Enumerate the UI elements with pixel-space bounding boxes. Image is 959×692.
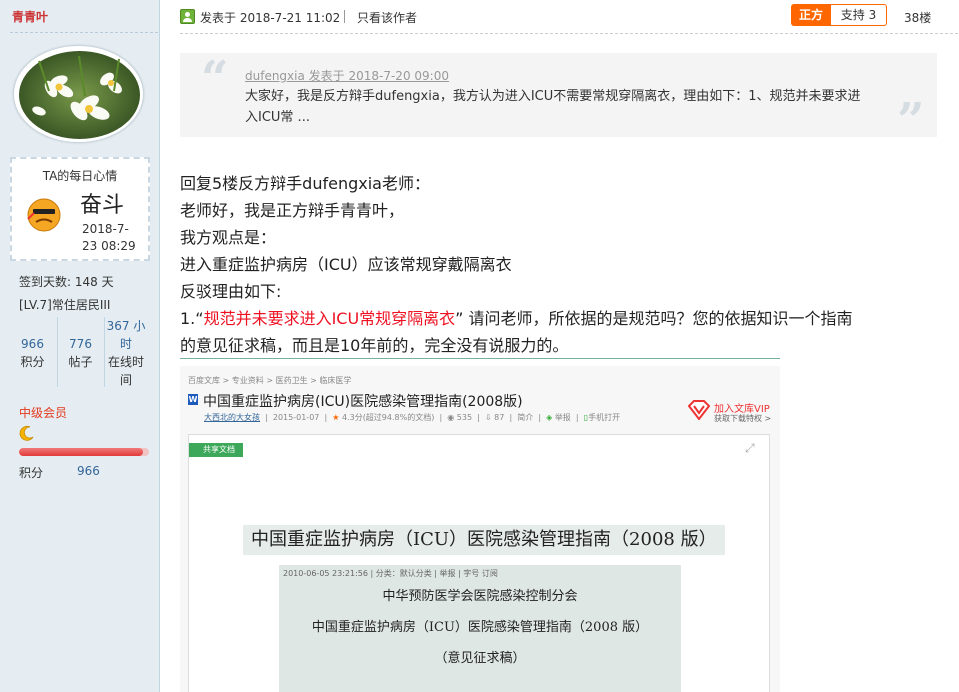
mood-emoticon-icon: [27, 198, 61, 232]
quote-block: “ dufengxia 发表于 2018-7-20 09:00 大家好，我是反方…: [180, 51, 937, 145]
mood-date: 2018-7-23 08:29: [82, 222, 136, 253]
floor-number[interactable]: 38楼: [904, 9, 931, 26]
post-point-1: 1.“规范并未要求进入ICU常规穿隔离衣” 请问老师，所依据的是规范吗？您的依据…: [180, 305, 940, 332]
doc-excerpt-line: 中华预防医学会医院感染控制分会: [382, 589, 578, 604]
stat-points-value: 966: [21, 337, 44, 351]
avatar[interactable]: [13, 45, 144, 143]
quote-open-icon: “: [201, 51, 229, 107]
doc-mobile: 手机打开: [588, 413, 621, 422]
quote-close-icon: ”: [897, 93, 925, 149]
shield-icon: ◈: [546, 413, 553, 422]
post-line: 老师好，我是正方辩手青青叶，: [180, 201, 405, 220]
doc-excerpt: 2010-06-05 23:21:56 | 分类：默认分类 | 举报 | 字号 …: [279, 565, 681, 692]
attached-image[interactable]: 百度文库 > 专业资料 > 医药卫生 > 临床医学 W 中国重症监护病房(ICU…: [180, 366, 780, 692]
level-progress-bar: [19, 448, 149, 456]
member-level[interactable]: 中级会员: [19, 404, 67, 421]
online-status-icon: [180, 9, 195, 24]
doc-heading: 中国重症监护病房（ICU）医院感染管理指南（2008 版）: [243, 525, 725, 555]
doc-meta: 大西北的大女孩 | 2015-01-07 | ★ 4.3分(超过94.8%的文档…: [204, 413, 621, 422]
doc-excerpt-line: （意见征求稿）: [434, 651, 526, 666]
doc-views: 535: [456, 413, 473, 422]
post-line: 回复5楼反方辩手dufengxia老师：: [180, 174, 430, 193]
signin-days: 签到天数: 148 天: [19, 275, 114, 289]
mood-title: TA的每日心情: [42, 169, 118, 183]
download-icon: ⇩: [484, 413, 492, 422]
point-prefix: 1.“: [180, 309, 204, 328]
stat-online-time[interactable]: 367 小时 在线时间: [106, 317, 146, 389]
point-rest: ” 请问老师，所依据的是规范吗？您的依据知识一个指南: [455, 309, 853, 328]
mood-text: 奋斗: [80, 193, 125, 218]
doc-report: 举报: [554, 413, 571, 422]
only-author-link[interactable]: 只看该作者: [357, 9, 417, 26]
star-icon: ★: [332, 413, 340, 422]
quote-text: 大家好，我是反方辩手dufengxia，我方认为进入ICU不需要常规穿隔离衣，理…: [245, 89, 861, 125]
debate-side-badge: 正方: [791, 4, 831, 26]
eye-icon: ◉: [447, 413, 455, 422]
doc-rating: 4.3分(超过94.8%的文档): [341, 413, 435, 422]
point-highlight: 规范并未要求进入ICU常规穿隔离衣: [203, 309, 456, 328]
post-body: 回复5楼反方辩手dufengxia老师： 老师好，我是正方辩手青青叶， 我方观点…: [180, 170, 940, 359]
divider: [104, 317, 105, 387]
word-doc-icon: W: [188, 394, 198, 405]
quote-author-link[interactable]: dufengxia 发表于 2018-7-20 09:00: [245, 67, 449, 84]
divider: [180, 358, 780, 359]
expand-icon: ⤢: [745, 441, 755, 455]
post-line: 反驳理由如下:: [180, 282, 282, 301]
doc-breadcrumb: 百度文库 > 专业资料 > 医药卫生 > 临床医学: [188, 376, 352, 385]
divider: [10, 32, 158, 33]
divider: [344, 10, 345, 23]
divider: [180, 33, 958, 34]
username-link[interactable]: 青青叶: [12, 8, 48, 25]
doc-title: 中国重症监护病房(ICU)医院感染管理指南(2008版): [203, 394, 523, 410]
support-button[interactable]: 支持 3: [831, 4, 887, 26]
moon-icon: [19, 426, 34, 441]
stat-online-value: 367 小时: [106, 319, 146, 351]
stat-online-label: 在线时间: [107, 355, 144, 387]
post-line: 的意见征求稿，而且是10年前的，完全没有说服力的。: [180, 336, 569, 355]
user-stats: 966 积分 776 帖子 367 小时 在线时间: [10, 317, 150, 387]
daily-mood-card: TA的每日心情 奋斗 2018-7-23 08:29: [10, 157, 150, 261]
avatar-image: [19, 51, 140, 139]
vip-icon: [688, 400, 710, 420]
stat-posts[interactable]: 776 帖子: [58, 335, 103, 371]
doc-date: 2015-01-07: [272, 413, 320, 422]
user-rank[interactable]: [LV.7]常住居民III: [19, 296, 110, 313]
post-line: 我方观点是：: [180, 228, 277, 247]
user-sidebar: 青青叶 TA的每日心情 奋斗 2018-7-23 08:29 签到天数: 148…: [0, 0, 160, 692]
doc-excerpt-meta: 2010-06-05 23:21:56 | 分类：默认分类 | 举报 | 字号 …: [283, 569, 498, 578]
points-label: 积分: [19, 466, 44, 480]
stat-posts-label: 帖子: [68, 355, 93, 369]
doc-share: 简介: [517, 413, 534, 422]
doc-excerpt-line: 中国重症监护病房（ICU）医院感染管理指南（2008 版）: [311, 620, 649, 635]
post-time: 发表于 2018-7-21 11:02: [200, 11, 341, 25]
stat-points-label: 积分: [20, 355, 45, 369]
vip-sub: 获取下载特权 >: [714, 414, 772, 423]
doc-page: 共享文档 ⤢ 中国重症监护病房（ICU）医院感染管理指南（2008 版） 201…: [188, 434, 770, 692]
points-value: 966: [77, 464, 100, 478]
level-progress-fill: [19, 448, 143, 456]
doc-downloads: 87: [494, 413, 505, 422]
shared-doc-tag: 共享文档: [189, 443, 243, 457]
stat-posts-value: 776: [69, 337, 92, 351]
post-content: 发表于 2018-7-21 11:02 只看该作者 正方 支持 3 38楼 “ …: [161, 0, 959, 692]
doc-uploader: 大西北的大女孩: [204, 413, 260, 422]
post-line: 进入重症监护病房（ICU）应该常规穿戴隔离衣: [180, 255, 512, 274]
stat-points[interactable]: 966 积分: [10, 335, 55, 371]
